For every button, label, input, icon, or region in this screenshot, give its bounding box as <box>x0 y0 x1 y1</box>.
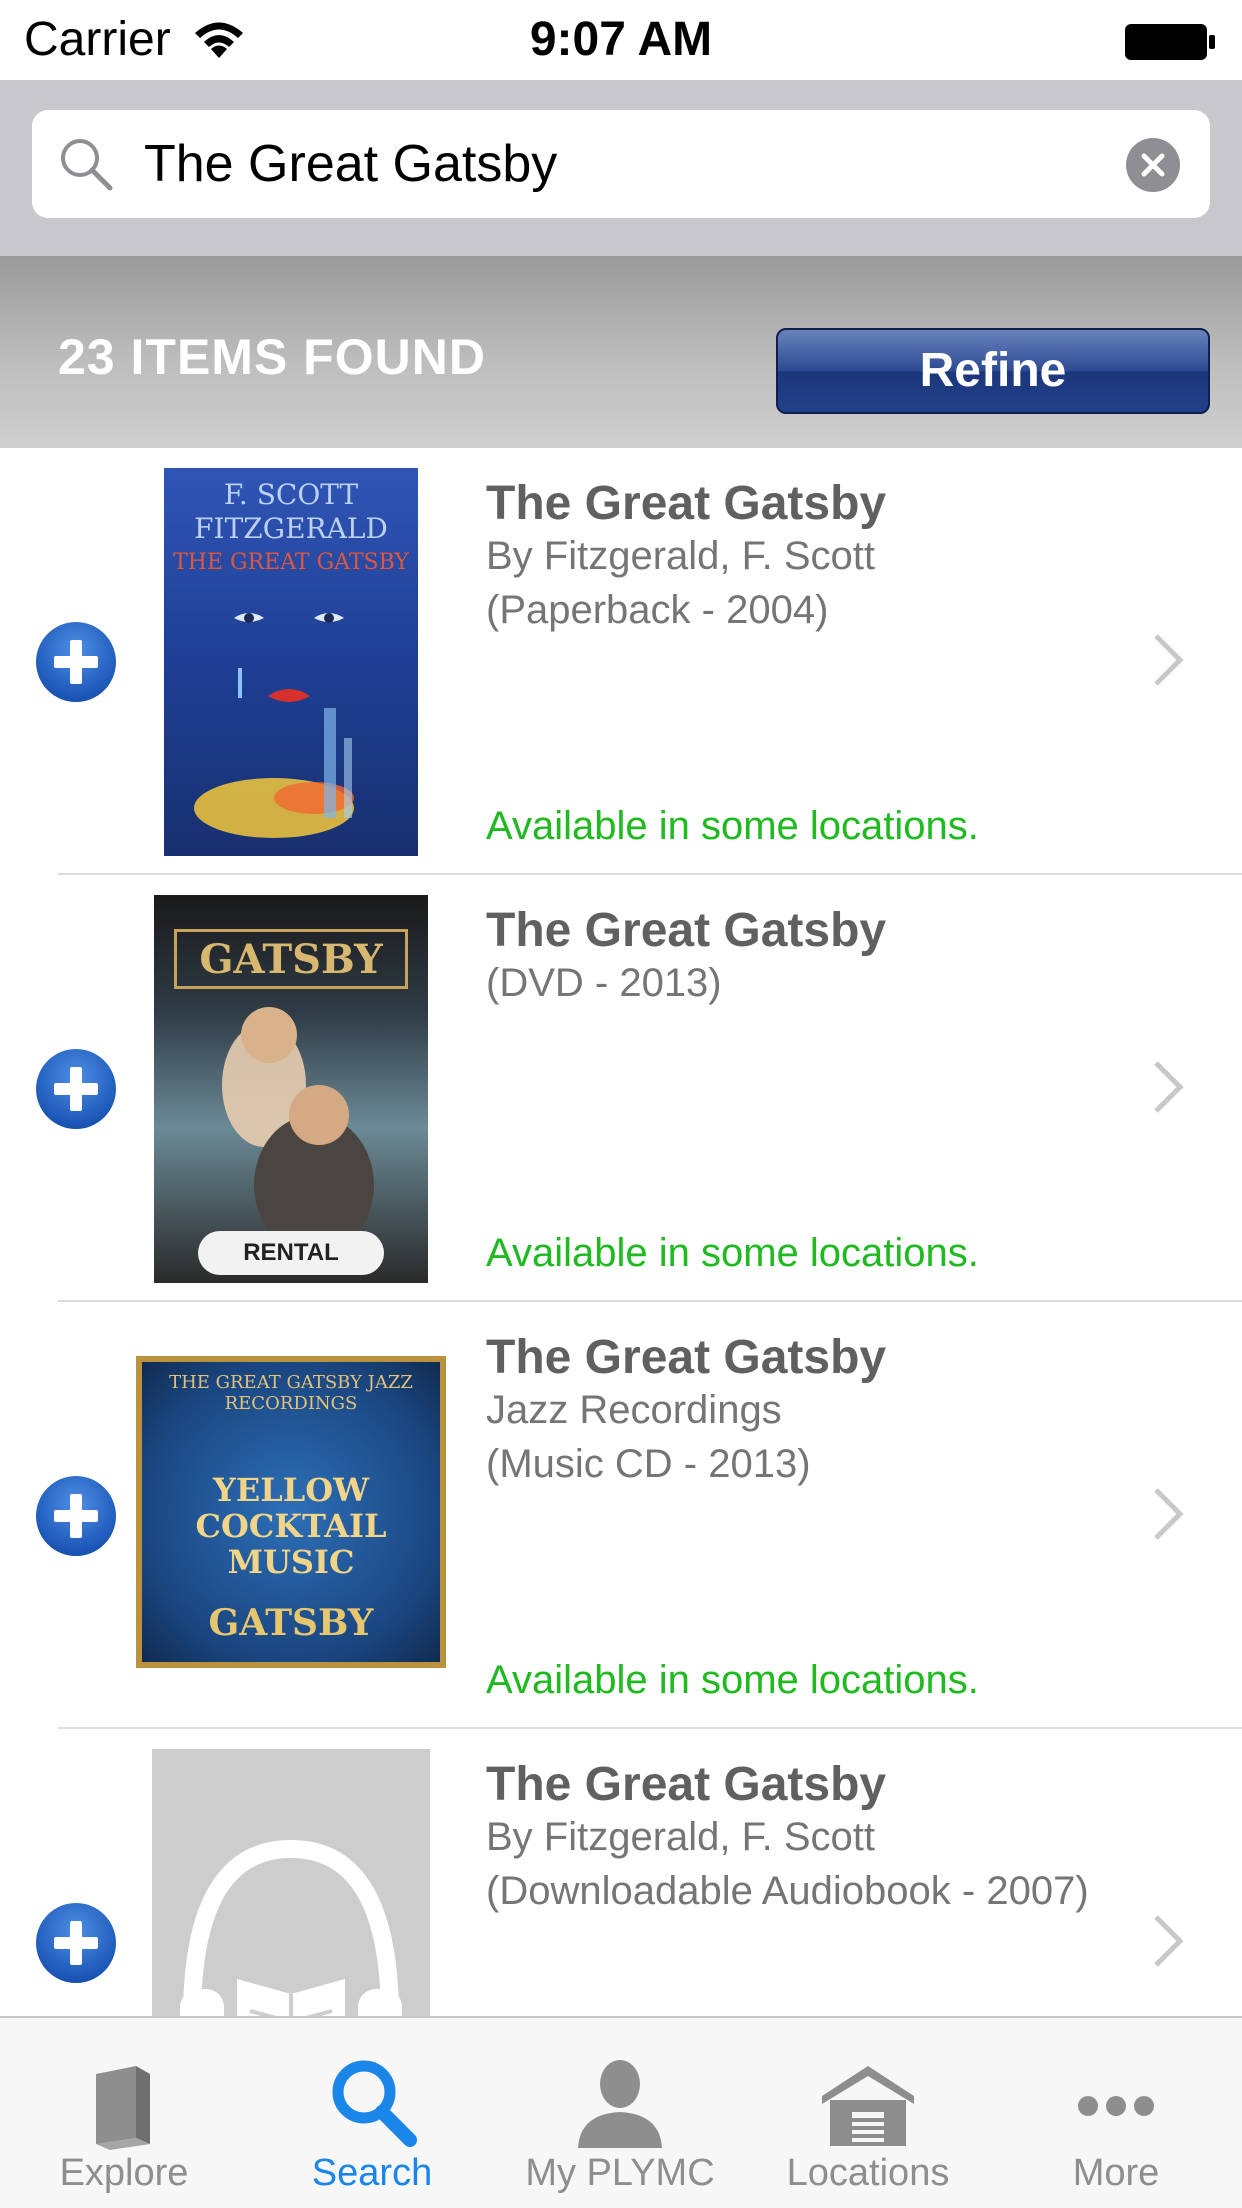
audiobook-placeholder-image <box>152 1749 430 2016</box>
results-header: 23 ITEMS FOUND Refine <box>0 256 1242 448</box>
item-author: By Fitzgerald, F. Scott <box>486 534 876 578</box>
chevron-right-icon <box>1154 634 1184 686</box>
search-icon <box>61 139 113 191</box>
tab-label: My PLYMC <box>525 2152 715 2194</box>
result-item[interactable]: The Great Gatsby By Fitzgerald, F. Scott… <box>0 1729 1242 2016</box>
tab-label: More <box>1072 2152 1160 2194</box>
building-icon <box>822 2066 914 2146</box>
status-bar: Carrier 9:07 AM <box>0 0 1242 80</box>
more-icon <box>1078 2096 1154 2116</box>
item-format: (Paperback - 2004) <box>486 588 829 632</box>
item-title: The Great Gatsby <box>486 1331 887 1384</box>
item-availability: Available in some locations. <box>486 1231 979 1275</box>
result-list[interactable]: F. SCOTT FITZGERALD THE GREAT GATSBY The… <box>0 448 1242 2016</box>
add-item-button[interactable] <box>36 622 116 702</box>
headphones-book-icon <box>180 1839 402 2016</box>
tab-label: Search <box>311 2152 433 2194</box>
clock: 9:07 AM <box>529 13 713 66</box>
person-icon <box>578 2060 662 2148</box>
tab-label: Locations <box>786 2152 950 2194</box>
results-count: 23 ITEMS FOUND <box>58 329 486 385</box>
item-format: (Downloadable Audiobook - 2007) <box>486 1869 1089 1913</box>
item-availability: Available in some locations. <box>486 1658 979 1702</box>
tab-more[interactable]: More <box>992 2018 1240 2208</box>
book-cover-image: F. SCOTT FITZGERALD THE GREAT GATSBY <box>164 468 418 856</box>
tab-label: Explore <box>59 2152 189 2194</box>
item-subtitle: Jazz Recordings <box>486 1388 782 1432</box>
search-icon <box>332 2060 417 2147</box>
search-field[interactable] <box>32 110 1210 218</box>
result-item[interactable]: F. SCOTT FITZGERALD THE GREAT GATSBY The… <box>0 448 1242 875</box>
item-format: (DVD - 2013) <box>486 961 722 1005</box>
tab-search[interactable]: Search <box>248 2018 496 2208</box>
search-input[interactable] <box>144 124 1104 204</box>
item-author: By Fitzgerald, F. Scott <box>486 1815 876 1859</box>
tab-explore[interactable]: Explore <box>0 2018 248 2208</box>
item-availability: Available in some locations. <box>486 804 979 848</box>
result-item[interactable]: THE GREAT GATSBY JAZZ RECORDINGS YELLOW … <box>0 1302 1242 1729</box>
dvd-cover-image: GATSBY RENTAL <box>154 895 428 1283</box>
tab-my-plymc[interactable]: My PLYMC <box>496 2018 744 2208</box>
item-title: The Great Gatsby <box>486 904 887 957</box>
clear-search-icon[interactable] <box>1126 138 1180 192</box>
tab-bar: Explore Search My PLYMC Locations More <box>0 2016 1242 2208</box>
chevron-right-icon <box>1154 1061 1184 1113</box>
refine-button[interactable]: Refine <box>776 328 1210 414</box>
item-format: (Music CD - 2013) <box>486 1442 811 1486</box>
rental-badge: RENTAL <box>198 1231 384 1275</box>
chevron-right-icon <box>1154 1488 1184 1540</box>
cd-cover-image: THE GREAT GATSBY JAZZ RECORDINGS YELLOW … <box>136 1356 446 1668</box>
tab-locations[interactable]: Locations <box>744 2018 992 2208</box>
item-title: The Great Gatsby <box>486 1758 887 1811</box>
result-item[interactable]: GATSBY RENTAL The Great Gatsby (DVD - 20… <box>0 875 1242 1302</box>
chevron-right-icon <box>1154 1915 1184 1967</box>
add-item-button[interactable] <box>36 1049 116 1129</box>
item-title: The Great Gatsby <box>486 477 887 530</box>
add-item-button[interactable] <box>36 1903 116 1983</box>
add-item-button[interactable] <box>36 1476 116 1556</box>
book-icon <box>96 2066 150 2150</box>
search-bar <box>0 80 1242 256</box>
battery-icon <box>1125 24 1215 60</box>
